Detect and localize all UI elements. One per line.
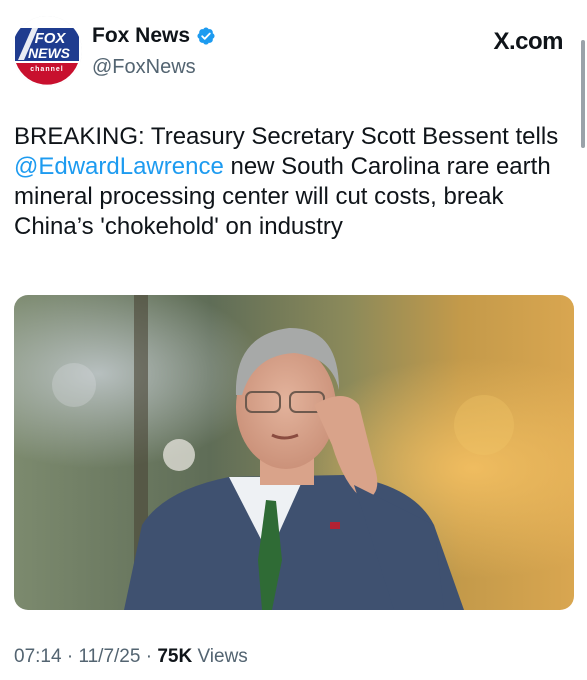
meta-separator: · [145, 646, 153, 667]
tweet-header: FOX NEWS channel Fox News @FoxNews X.com [12, 14, 567, 88]
avatar[interactable]: FOX NEWS channel [12, 16, 82, 86]
name-row: Fox News [92, 24, 216, 48]
scrollbar[interactable] [581, 40, 585, 148]
account-handle[interactable]: @FoxNews [92, 56, 196, 79]
views-count: 75K [157, 646, 193, 667]
meta-separator: · [66, 646, 74, 667]
fox-news-logo-icon: FOX NEWS channel [12, 16, 82, 86]
tweet-date[interactable]: 11/7/25 [78, 646, 140, 667]
photo-illustration [14, 295, 574, 610]
tweet-text-start: BREAKING: Treasury Secretary Scott Besse… [14, 123, 559, 150]
views-label: Views [197, 646, 248, 667]
svg-text:NEWS: NEWS [28, 45, 71, 61]
tweet-meta: 07:14 · 11/7/25 · 75K Views [14, 646, 248, 668]
x-com-link[interactable]: X.com [493, 28, 563, 56]
tweet-text: BREAKING: Treasury Secretary Scott Besse… [14, 122, 574, 242]
tweet-time[interactable]: 07:14 [14, 646, 62, 667]
svg-text:channel: channel [30, 66, 63, 73]
verified-badge-icon [196, 26, 216, 46]
display-name[interactable]: Fox News [92, 24, 190, 48]
tweet-photo[interactable] [14, 295, 574, 610]
mention-link[interactable]: @EdwardLawrence [14, 153, 224, 180]
